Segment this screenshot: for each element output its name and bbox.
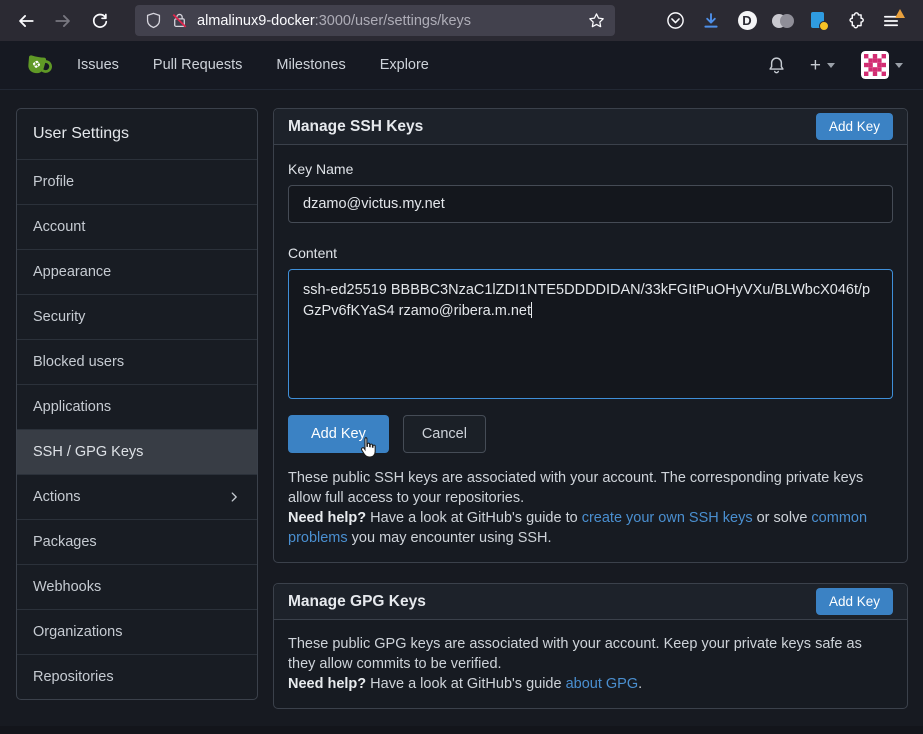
ddg-extension-button[interactable]: D xyxy=(731,6,763,36)
sidebar-item-security[interactable]: Security xyxy=(17,294,257,339)
translate-extension-button[interactable] xyxy=(803,6,835,36)
ddg-icon: D xyxy=(738,11,757,30)
pocket-button[interactable] xyxy=(659,6,691,36)
toolbar-extensions-area: D xyxy=(659,6,913,36)
browser-toolbar: almalinux9-docker:3000/user/settings/key… xyxy=(0,0,923,41)
sidebar-item-actions[interactable]: Actions xyxy=(17,474,257,519)
bell-icon xyxy=(767,56,786,75)
downloads-button[interactable] xyxy=(695,6,727,36)
notifications-button[interactable] xyxy=(755,56,798,75)
shield-icon[interactable] xyxy=(145,12,162,29)
download-icon xyxy=(702,12,720,30)
refresh-button[interactable] xyxy=(84,6,116,36)
content-area: User Settings Profile Account Appearance… xyxy=(0,90,923,726)
ssh-panel-title: Manage SSH Keys xyxy=(288,118,423,136)
content-textarea[interactable]: ssh-ed25519 BBBBC3NzaC1lZDI1NTE5DDDDIDAN… xyxy=(288,269,893,399)
sidebar-item-webhooks[interactable]: Webhooks xyxy=(17,564,257,609)
ssh-panel-body: Key Name Content ssh-ed25519 BBBBC3NzaC1… xyxy=(274,145,907,562)
create-new-button[interactable]: + xyxy=(798,56,847,75)
sidebar-item-organizations[interactable]: Organizations xyxy=(17,609,257,654)
key-name-input[interactable] xyxy=(288,185,893,223)
forward-icon xyxy=(54,12,72,30)
add-key-submit-button[interactable]: Add Key xyxy=(288,415,389,453)
nav-link-issues[interactable]: Issues xyxy=(60,57,136,73)
sidebar-item-repositories[interactable]: Repositories xyxy=(17,654,257,699)
pocket-icon xyxy=(666,11,685,30)
url-text: almalinux9-docker:3000/user/settings/key… xyxy=(197,13,588,29)
chevron-right-icon xyxy=(227,490,241,504)
nav-link-milestones[interactable]: Milestones xyxy=(259,57,362,73)
create-ssh-keys-link[interactable]: create your own SSH keys xyxy=(582,510,753,526)
gpg-help-text: These public GPG keys are associated wit… xyxy=(288,634,893,694)
sidebar-item-account[interactable]: Account xyxy=(17,204,257,249)
document-badge-icon xyxy=(811,12,827,30)
back-button[interactable] xyxy=(10,6,42,36)
url-bar[interactable]: almalinux9-docker:3000/user/settings/key… xyxy=(135,5,615,36)
account-icon xyxy=(772,12,794,30)
gpg-panel-body: These public GPG keys are associated wit… xyxy=(274,620,907,708)
ssh-add-key-header-button[interactable]: Add Key xyxy=(816,113,893,140)
refresh-icon xyxy=(91,12,109,30)
avatar xyxy=(861,51,889,79)
sidebar-item-applications[interactable]: Applications xyxy=(17,384,257,429)
back-icon xyxy=(17,12,35,30)
extensions-button[interactable] xyxy=(839,6,871,36)
gitea-navbar: Issues Pull Requests Milestones Explore … xyxy=(0,41,923,90)
settings-sidebar: User Settings Profile Account Appearance… xyxy=(16,108,258,700)
chevron-down-icon xyxy=(895,63,903,68)
menu-button[interactable] xyxy=(875,6,907,36)
ssh-help-text: These public SSH keys are associated wit… xyxy=(288,468,893,548)
nav-link-pull-requests[interactable]: Pull Requests xyxy=(136,57,259,73)
bookmark-star-icon[interactable] xyxy=(588,12,605,29)
gpg-panel-title: Manage GPG Keys xyxy=(288,593,426,611)
navbar-right: + xyxy=(755,51,909,79)
sidebar-item-blocked-users[interactable]: Blocked users xyxy=(17,339,257,384)
insecure-lock-icon[interactable] xyxy=(171,12,188,29)
sidebar-item-profile[interactable]: Profile xyxy=(17,159,257,204)
cancel-button[interactable]: Cancel xyxy=(403,415,486,453)
sidebar-item-packages[interactable]: Packages xyxy=(17,519,257,564)
text-caret xyxy=(531,302,532,318)
footer-strip xyxy=(0,726,923,734)
ssh-panel-header: Manage SSH Keys Add Key xyxy=(274,109,907,145)
chevron-down-icon xyxy=(827,63,835,68)
account-button[interactable] xyxy=(767,6,799,36)
form-buttons: Add Key Cancel xyxy=(288,415,893,453)
gpg-panel-header: Manage GPG Keys Add Key xyxy=(274,584,907,620)
user-menu-button[interactable] xyxy=(847,51,909,79)
sidebar-item-ssh-gpg-keys[interactable]: SSH / GPG Keys xyxy=(17,429,257,474)
puzzle-icon xyxy=(846,11,865,30)
url-path: :3000/user/settings/keys xyxy=(315,13,471,29)
page: { "browser": { "url_host": "almalinux9-d… xyxy=(0,0,923,734)
key-name-label: Key Name xyxy=(288,161,893,177)
main-column: Manage SSH Keys Add Key Key Name Content… xyxy=(273,108,908,709)
url-host: almalinux9-docker xyxy=(197,13,315,29)
gpg-keys-panel: Manage GPG Keys Add Key These public GPG… xyxy=(273,583,908,709)
sidebar-title: User Settings xyxy=(17,109,257,159)
gpg-add-key-header-button[interactable]: Add Key xyxy=(816,588,893,615)
sidebar-item-appearance[interactable]: Appearance xyxy=(17,249,257,294)
plus-icon: + xyxy=(810,56,821,75)
gitea-logo-icon[interactable] xyxy=(22,50,52,80)
menu-alert-badge xyxy=(895,9,905,18)
content-label: Content xyxy=(288,245,893,261)
forward-button[interactable] xyxy=(47,6,79,36)
about-gpg-link[interactable]: about GPG xyxy=(566,676,639,692)
ssh-keys-panel: Manage SSH Keys Add Key Key Name Content… xyxy=(273,108,908,563)
nav-link-explore[interactable]: Explore xyxy=(363,57,446,73)
